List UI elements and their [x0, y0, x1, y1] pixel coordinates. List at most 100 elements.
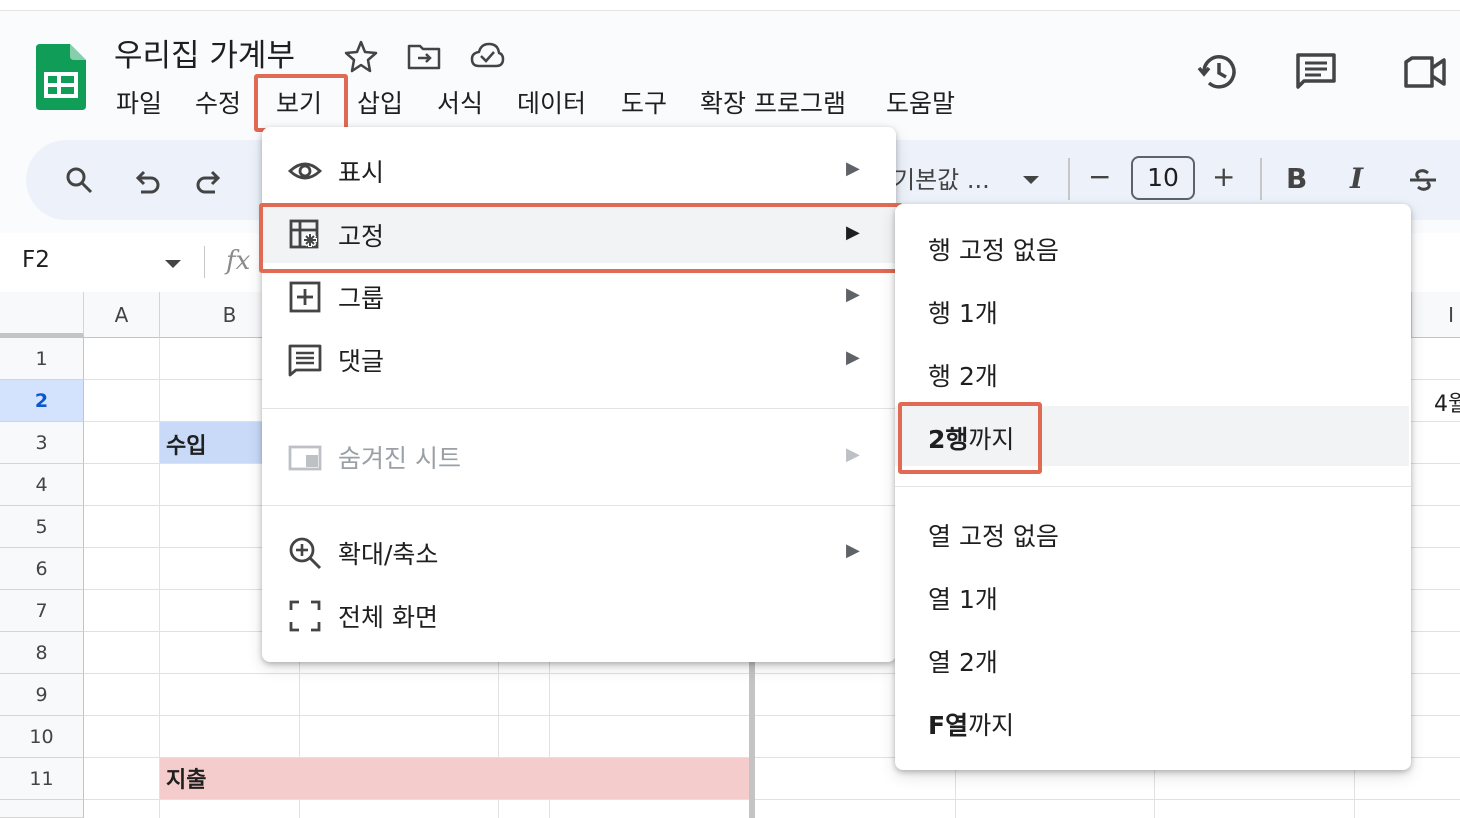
freeze-1-row[interactable]: 행 1개	[895, 280, 1411, 340]
freeze-option-suffix: 까지	[968, 425, 1015, 454]
view-menu-item-freeze[interactable]: 고정 ▶	[262, 205, 896, 263]
hidden-sheet-icon	[288, 445, 322, 471]
row-header-3[interactable]: 3	[0, 422, 84, 464]
freeze-option-bold: 2	[928, 425, 946, 454]
formula-separator	[204, 246, 205, 278]
menu-extensions[interactable]: 확장 프로그램	[700, 84, 846, 120]
search-icon[interactable]	[64, 165, 94, 195]
submenu-arrow-icon: ▶	[846, 284, 860, 305]
submenu-arrow-icon: ▶	[846, 158, 860, 179]
menu-tools[interactable]: 도구	[621, 84, 667, 120]
decrease-font-size-button[interactable]: −	[1088, 160, 1111, 193]
freeze-option-label: 행 고정 없음	[928, 236, 1059, 265]
fx-icon: fx	[226, 246, 251, 276]
menu-separator	[262, 408, 896, 409]
version-history-icon[interactable]	[1196, 50, 1240, 94]
row-header-7[interactable]: 7	[0, 590, 84, 632]
grid-line	[159, 338, 160, 818]
cell-i2-text: 4월	[1434, 392, 1460, 417]
font-dropdown-icon[interactable]	[1016, 164, 1046, 194]
name-box[interactable]: F2	[22, 247, 50, 273]
row-header-12[interactable]	[0, 800, 84, 818]
cell-b11-text: 지출	[166, 768, 207, 793]
toolbar-separator	[1260, 158, 1262, 200]
freeze-option-label: 열 2개	[928, 648, 998, 677]
menu-help[interactable]: 도움말	[886, 84, 955, 120]
freeze-up-to-row-2[interactable]: 2행까지	[895, 406, 1409, 466]
freeze-no-columns[interactable]: 열 고정 없음	[895, 503, 1411, 563]
freeze-1-column[interactable]: 열 1개	[895, 566, 1411, 626]
star-icon[interactable]	[343, 38, 379, 74]
menu-insert[interactable]: 삽입	[357, 84, 403, 120]
menu-view[interactable]: 보기	[276, 84, 322, 120]
zoom-in-icon	[289, 537, 322, 570]
view-menu-item-group[interactable]: 그룹 ▶	[262, 267, 896, 325]
document-title[interactable]: 우리집 가계부	[114, 30, 295, 75]
row-header-6[interactable]: 6	[0, 548, 84, 590]
row-header-5[interactable]: 5	[0, 506, 84, 548]
bold-button[interactable]: B	[1286, 162, 1307, 195]
menu-separator	[895, 486, 1411, 487]
fullscreen-icon	[289, 600, 321, 632]
column-header-i[interactable]: I	[1412, 292, 1460, 338]
view-menu-item-zoom[interactable]: 확대/축소 ▶	[262, 523, 896, 581]
view-menu-item-fullscreen[interactable]: 전체 화면	[262, 586, 896, 644]
row-header-10[interactable]: 10	[0, 716, 84, 758]
cell-b11-range[interactable]	[160, 758, 749, 799]
row-header-11[interactable]: 11	[0, 758, 84, 800]
view-menu-item-label: 고정	[338, 222, 385, 251]
move-folder-icon[interactable]	[406, 38, 442, 74]
group-plus-icon	[289, 281, 321, 313]
select-all-corner[interactable]	[0, 292, 84, 338]
view-menu-item-label: 전체 화면	[338, 603, 438, 632]
freeze-up-to-column-f[interactable]: F열까지	[895, 692, 1411, 752]
row-header-1[interactable]: 1	[0, 338, 84, 380]
increase-font-size-button[interactable]: +	[1212, 160, 1235, 193]
freeze-option-label: 2행까지	[928, 420, 1014, 456]
font-size-input[interactable]: 10	[1131, 156, 1195, 200]
menu-separator	[262, 505, 896, 506]
submenu-arrow-icon: ▶	[846, 540, 860, 561]
view-menu-item-show[interactable]: 표시 ▶	[262, 141, 896, 199]
eye-icon	[288, 162, 322, 180]
row-header-8[interactable]: 8	[0, 632, 84, 674]
redo-icon[interactable]	[194, 167, 224, 197]
menu-format[interactable]: 서식	[437, 84, 483, 120]
italic-button[interactable]: I	[1350, 162, 1363, 195]
comments-icon[interactable]	[1294, 50, 1338, 94]
font-family-select[interactable]: 기본값 ...	[893, 160, 990, 195]
submenu-arrow-icon: ▶	[846, 347, 860, 368]
menu-data[interactable]: 데이터	[517, 84, 586, 120]
toolbar-separator	[1068, 158, 1070, 200]
strikethrough-icon[interactable]	[1408, 165, 1438, 195]
cloud-saved-icon[interactable]	[469, 38, 505, 74]
row-header-9[interactable]: 9	[0, 674, 84, 716]
view-menu-item-label: 댓글	[338, 347, 385, 376]
freeze-option-label: F열까지	[928, 706, 1014, 742]
name-box-dropdown-icon[interactable]	[158, 248, 188, 278]
menu-file[interactable]: 파일	[116, 84, 162, 120]
column-header-a[interactable]: A	[84, 292, 160, 338]
freeze-option-bold-suffix: 열	[945, 711, 969, 740]
view-menu-item-label: 표시	[338, 158, 385, 187]
freeze-no-rows[interactable]: 행 고정 없음	[895, 217, 1411, 277]
undo-icon[interactable]	[132, 167, 162, 197]
freeze-option-bold-suffix: 행	[945, 425, 969, 454]
freeze-option-label: 행 1개	[928, 299, 998, 328]
row-header-4[interactable]: 4	[0, 464, 84, 506]
sheets-logo-icon[interactable]	[36, 44, 86, 110]
cell-b3-text: 수입	[166, 434, 207, 459]
freeze-option-suffix: 까지	[968, 711, 1015, 740]
meet-video-icon[interactable]	[1402, 50, 1446, 94]
freeze-option-label: 행 2개	[928, 362, 998, 391]
view-menu-item-comments[interactable]: 댓글 ▶	[262, 330, 896, 388]
menu-edit[interactable]: 수정	[195, 84, 241, 120]
freeze-2-columns[interactable]: 열 2개	[895, 629, 1411, 689]
view-menu: 표시 ▶ 고정 ▶ 그룹 ▶ 댓글 ▶ 숨겨진 시트 ▶ 확대/축소 ▶ 전체 …	[262, 127, 896, 662]
grid-line	[84, 799, 1460, 800]
freeze-option-label: 열 고정 없음	[928, 522, 1059, 551]
freeze-2-rows[interactable]: 행 2개	[895, 343, 1411, 403]
freeze-option-bold: F	[928, 711, 946, 740]
submenu-arrow-icon: ▶	[846, 222, 860, 243]
row-header-2[interactable]: 2	[0, 380, 84, 422]
